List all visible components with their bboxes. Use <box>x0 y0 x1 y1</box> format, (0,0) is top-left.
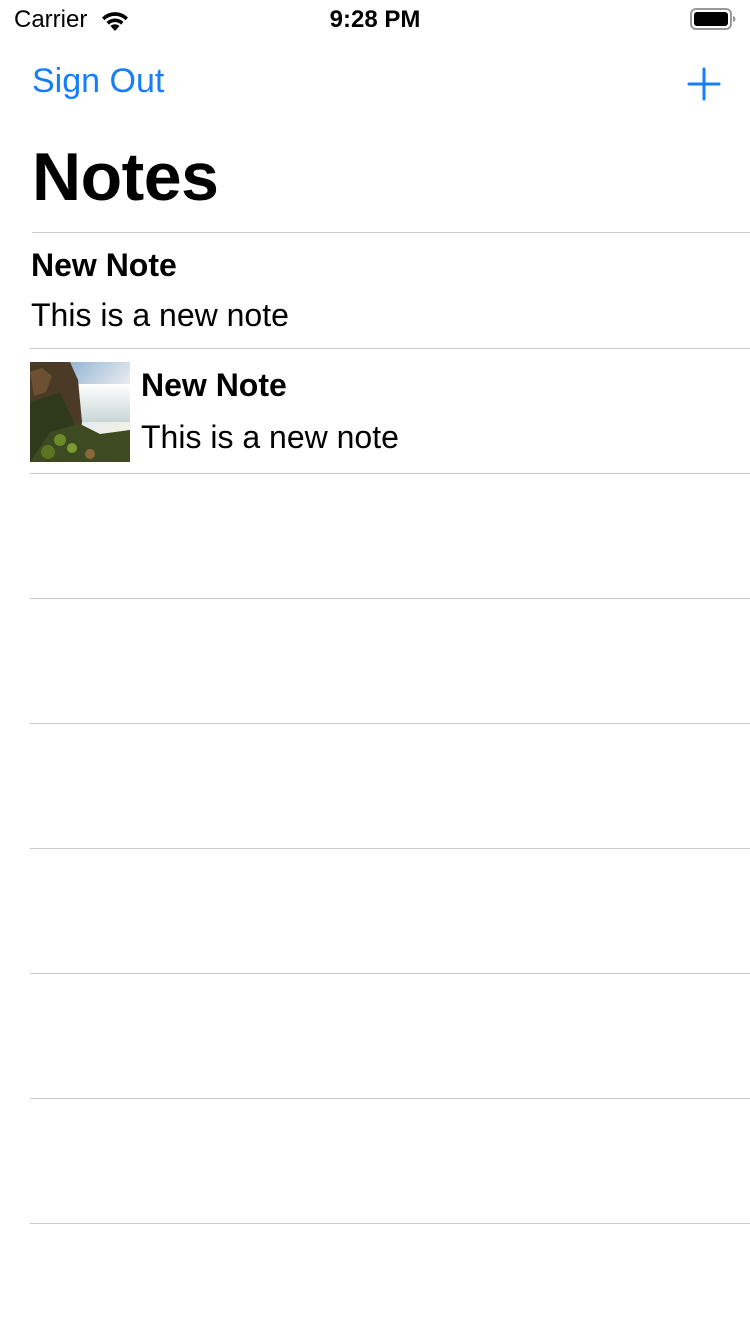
plus-icon[interactable] <box>686 66 722 102</box>
notes-screen: Carrier 9:28 PM Sign Out Notes New Note … <box>0 0 750 1334</box>
status-time: 9:28 PM <box>329 6 421 33</box>
battery-icon <box>690 8 736 30</box>
note-row[interactable]: New Note This is a new note <box>0 233 750 348</box>
note-body: This is a new note <box>141 419 399 455</box>
note-title: New Note <box>31 247 177 283</box>
page-title: Notes <box>32 139 219 215</box>
note-title: New Note <box>141 367 287 403</box>
empty-row-separator <box>30 723 750 724</box>
note-body: This is a new note <box>31 297 289 333</box>
empty-row-separator <box>30 848 750 849</box>
empty-row-separator <box>30 1223 750 1224</box>
note-image-thumbnail <box>30 362 130 462</box>
row-separator <box>30 473 750 474</box>
empty-row-separator <box>30 973 750 974</box>
empty-row-separator <box>30 1098 750 1099</box>
empty-row-separator <box>30 598 750 599</box>
status-bar: Carrier 9:28 PM <box>0 0 750 40</box>
sign-out-button[interactable]: Sign Out <box>32 62 164 101</box>
